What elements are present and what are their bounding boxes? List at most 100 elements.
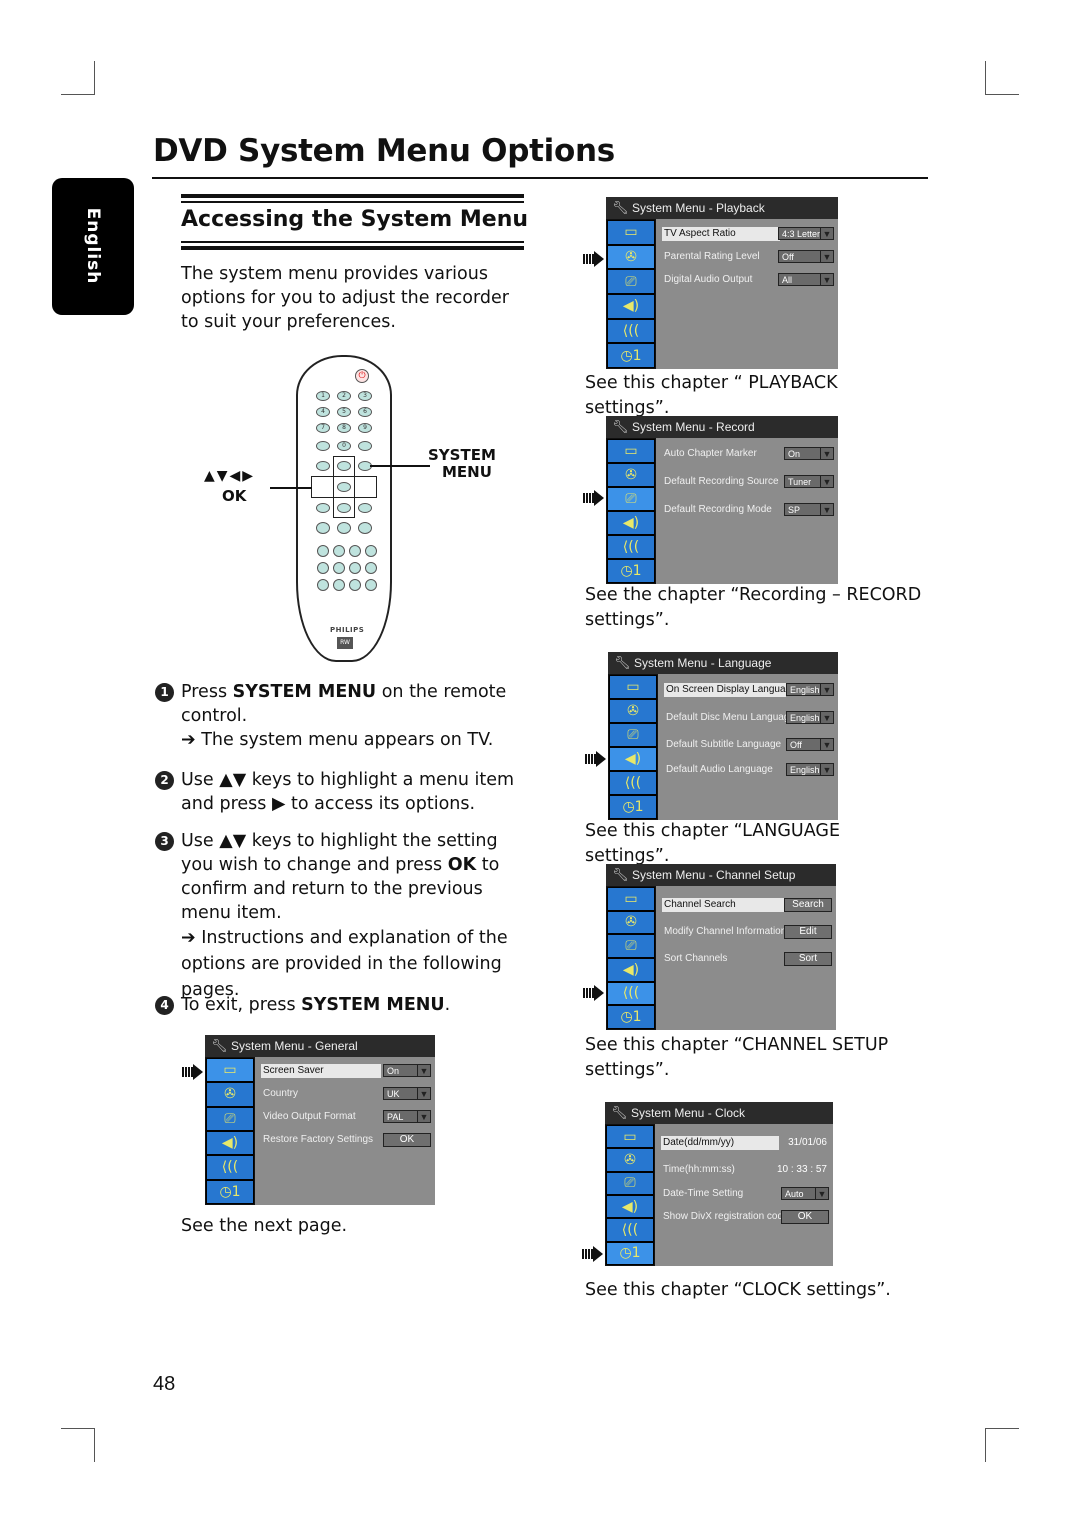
menu-row[interactable]: Default Disc Menu Language English ▼: [664, 711, 834, 725]
menu-row-dropdown[interactable]: 4:3 Letterbox ▼: [778, 227, 834, 240]
antenna-icon[interactable]: ⟨((: [606, 1218, 654, 1242]
antenna-icon[interactable]: ⟨((: [607, 318, 655, 344]
projector-icon[interactable]: ✇: [609, 698, 657, 723]
menu-row[interactable]: Parental Rating Level Off ▼: [662, 250, 834, 264]
speaker-icon[interactable]: ◀): [607, 510, 655, 535]
menu-row[interactable]: Country UK ▼: [261, 1087, 431, 1101]
speaker-icon[interactable]: ◀): [206, 1130, 254, 1156]
remote-function-button: [365, 545, 377, 557]
menu-row[interactable]: Time(hh:mm:ss) 10 : 33 : 57: [661, 1163, 829, 1177]
menu-row[interactable]: Auto Chapter Marker On ▼: [662, 447, 834, 461]
menu-row[interactable]: Video Output Format PAL ▼: [261, 1110, 431, 1124]
chevron-down-icon[interactable]: ▼: [820, 712, 833, 723]
menu-row-button[interactable]: Sort: [784, 952, 832, 966]
menu-row-dropdown[interactable]: English ▼: [786, 683, 834, 696]
menu-row-button[interactable]: OK: [383, 1133, 431, 1147]
chevron-down-icon[interactable]: ▼: [417, 1088, 430, 1099]
speaker-icon-glyph: ◀): [622, 514, 640, 531]
antenna-icon[interactable]: ⟨((: [607, 534, 655, 559]
speaker-icon[interactable]: ◀): [609, 746, 657, 771]
camcorder-icon-glyph: ⎚: [625, 938, 637, 955]
chevron-down-icon[interactable]: ▼: [820, 739, 833, 750]
chevron-down-icon[interactable]: ▼: [417, 1111, 430, 1122]
menu-row[interactable]: Default Audio Language English ▼: [664, 763, 834, 777]
menu-row[interactable]: Sort Channels Sort: [662, 952, 832, 966]
menu-row-dropdown[interactable]: SP ▼: [784, 503, 834, 516]
menu-row-label: Video Output Format: [263, 1111, 356, 1122]
menu-row-button[interactable]: OK: [781, 1210, 829, 1224]
menu-row[interactable]: Screen Saver On ▼: [261, 1064, 431, 1078]
antenna-icon[interactable]: ⟨((: [206, 1155, 254, 1180]
remote-function-button: [333, 545, 345, 557]
menu-row[interactable]: TV Aspect Ratio 4:3 Letterbox ▼: [662, 227, 834, 241]
speaker-icon[interactable]: ◀): [607, 293, 655, 319]
chevron-down-icon[interactable]: ▼: [820, 684, 833, 695]
menu-row-dropdown[interactable]: Auto ▼: [781, 1187, 829, 1200]
clock-icon[interactable]: ◷1: [607, 343, 655, 368]
chevron-down-icon[interactable]: ▼: [820, 504, 833, 515]
menu-row-dropdown[interactable]: PAL ▼: [383, 1110, 431, 1123]
tv-settings-icon[interactable]: ▭: [607, 220, 655, 245]
system-menu-general-panel: 🔧︎ System Menu - General ▭ ✇ ⎚ ◀) ⟨((◷1 Screen …: [205, 1035, 435, 1205]
menu-row[interactable]: Default Recording Mode SP ▼: [662, 503, 834, 517]
speaker-icon[interactable]: ◀): [607, 957, 655, 982]
antenna-icon-glyph: ⟨((: [221, 1159, 239, 1176]
menu-row[interactable]: Default Recording Source Tuner ▼: [662, 475, 834, 489]
tv-settings-icon[interactable]: ▭: [206, 1058, 254, 1083]
menu-row[interactable]: Show DivX registration code: OK: [661, 1210, 829, 1224]
menu-row-button[interactable]: Search: [784, 898, 832, 912]
menu-row-button[interactable]: Edit: [784, 925, 832, 939]
menu-row[interactable]: Restore Factory Settings OK: [261, 1133, 431, 1147]
tv-settings-icon[interactable]: ▭: [607, 439, 655, 463]
projector-icon[interactable]: ✇: [607, 462, 655, 487]
chevron-down-icon[interactable]: ▼: [417, 1065, 430, 1076]
clock-icon[interactable]: ◷1: [607, 558, 655, 583]
menu-row-dropdown[interactable]: English ▼: [786, 711, 834, 724]
chevron-down-icon[interactable]: ▼: [815, 1188, 828, 1199]
clock-icon[interactable]: ◷1: [607, 1005, 655, 1029]
menu-row[interactable]: Channel Search Search: [662, 898, 832, 912]
camcorder-icon[interactable]: ⎚: [607, 934, 655, 958]
menu-row[interactable]: Digital Audio Output All ▼: [662, 273, 834, 287]
camcorder-icon[interactable]: ⎚: [206, 1106, 254, 1131]
chevron-down-icon[interactable]: ▼: [820, 274, 833, 285]
projector-icon[interactable]: ✇: [607, 244, 655, 270]
menu-row-dropdown[interactable]: UK ▼: [383, 1087, 431, 1100]
chevron-down-icon[interactable]: ▼: [820, 251, 833, 262]
clock-icon[interactable]: ◷1: [606, 1241, 654, 1265]
menu-row-dropdown[interactable]: On ▼: [383, 1064, 431, 1077]
speaker-icon-glyph: ◀): [624, 750, 642, 767]
speaker-icon[interactable]: ◀): [606, 1194, 654, 1219]
camcorder-icon[interactable]: ⎚: [607, 486, 655, 511]
menu-row[interactable]: Default Subtitle Language Off ▼: [664, 738, 834, 752]
camcorder-icon[interactable]: ⎚: [609, 722, 657, 747]
antenna-icon[interactable]: ⟨((: [609, 770, 657, 795]
projector-icon[interactable]: ✇: [206, 1082, 254, 1107]
projector-icon[interactable]: ✇: [606, 1148, 654, 1172]
menu-row-dropdown[interactable]: Off ▼: [786, 738, 834, 751]
menu-row-dropdown[interactable]: All ▼: [778, 273, 834, 286]
page-title: DVD System Menu Options: [153, 133, 615, 169]
menu-row[interactable]: Modify Channel Information Edit: [662, 925, 832, 939]
tv-settings-icon[interactable]: ▭: [607, 887, 655, 911]
clock-icon[interactable]: ◷1: [206, 1179, 254, 1204]
chevron-down-icon[interactable]: ▼: [820, 764, 833, 775]
chevron-down-icon[interactable]: ▼: [820, 228, 833, 239]
menu-row[interactable]: On Screen Display Language English ▼: [664, 683, 834, 697]
menu-row-dropdown[interactable]: On ▼: [784, 447, 834, 460]
tv-settings-icon[interactable]: ▭: [609, 675, 657, 699]
clock-icon[interactable]: ◷1: [609, 794, 657, 819]
menu-row[interactable]: Date(dd/mm/yy) 31/01/06: [661, 1136, 829, 1150]
antenna-icon[interactable]: ⟨((: [607, 981, 655, 1006]
chevron-down-icon[interactable]: ▼: [820, 476, 833, 487]
projector-icon[interactable]: ✇: [607, 910, 655, 935]
camcorder-icon[interactable]: ⎚: [606, 1171, 654, 1195]
chevron-down-icon[interactable]: ▼: [820, 448, 833, 459]
menu-row-dropdown[interactable]: Off ▼: [778, 250, 834, 263]
tv-settings-icon[interactable]: ▭: [606, 1125, 654, 1149]
menu-row[interactable]: Date-Time Setting Auto ▼: [661, 1187, 829, 1201]
menu-category-sidebar: ▭ ✇ ⎚ ◀) ⟨((◷1: [608, 674, 658, 820]
menu-row-dropdown[interactable]: Tuner ▼: [784, 475, 834, 488]
menu-row-dropdown[interactable]: English ▼: [786, 763, 834, 776]
camcorder-icon[interactable]: ⎚: [607, 269, 655, 294]
